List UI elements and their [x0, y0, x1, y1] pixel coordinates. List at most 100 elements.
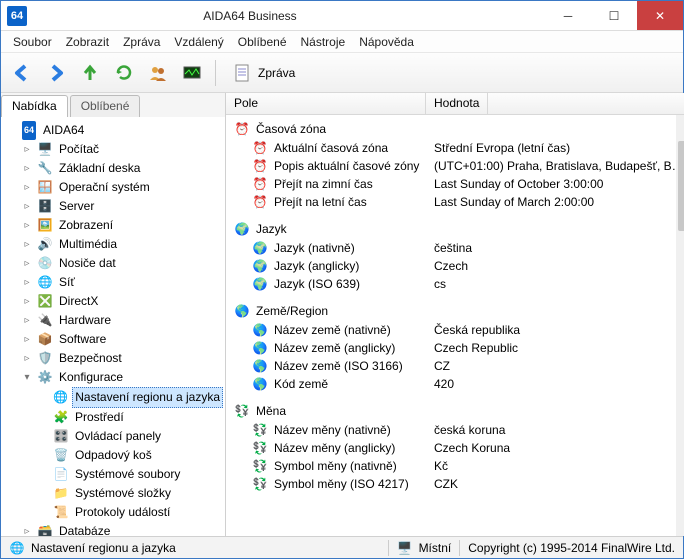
tree-label: Nastavení regionu a jazyka [72, 387, 223, 408]
tree-item[interactable]: ▹📦Software [21, 330, 223, 349]
expand-icon[interactable]: ▹ [21, 163, 33, 175]
field-value: česká koruna [434, 423, 684, 437]
scrollbar[interactable] [676, 115, 684, 536]
close-button[interactable]: ✕ [637, 1, 683, 30]
tree-label: Síť [57, 273, 77, 292]
tree-item[interactable]: ▹🪟Operační systém [21, 178, 223, 197]
tree-icon: 🌐 [37, 275, 53, 291]
left-pane: Nabídka Oblíbené 64AIDA64▹🖥️Počítač▹🔧Zák… [1, 93, 226, 536]
tab-menu[interactable]: Nabídka [1, 95, 68, 117]
data-row[interactable]: 🌎Název země (ISO 3166)CZ [226, 357, 684, 375]
tree-item[interactable]: ▹🛡️Bezpečnost [21, 349, 223, 368]
expand-icon[interactable]: ▹ [21, 182, 33, 194]
tree-label: Operační systém [57, 178, 152, 197]
expand-icon[interactable] [37, 507, 49, 519]
tree-item[interactable]: ▹ 🌐Síť [21, 273, 223, 292]
field-value: Last Sunday of March 2:00:00 [434, 195, 684, 209]
expand-icon[interactable]: ▹ [21, 526, 33, 537]
data-row[interactable]: 🌎Název země (nativně)Česká republika [226, 321, 684, 339]
menu-favorites[interactable]: Oblíbené [232, 33, 293, 51]
expand-icon[interactable] [37, 450, 49, 462]
menu-file[interactable]: Soubor [7, 33, 58, 51]
data-row[interactable]: ⏰Aktuální časová zónaStřední Evropa (let… [226, 139, 684, 157]
tree-subitem[interactable]: 🗑️Odpadový koš [37, 446, 223, 465]
menu-help[interactable]: Nápověda [353, 33, 420, 51]
data-row[interactable]: 🌍Jazyk (anglicky)Czech [226, 257, 684, 275]
expand-icon[interactable]: ▹ [21, 353, 33, 365]
field-value: CZK [434, 477, 684, 491]
tab-favorites[interactable]: Oblíbené [70, 95, 141, 117]
tree-subitem[interactable]: 📁Systémové složky [37, 484, 223, 503]
tree-item[interactable]: ▹🔊Multimédia [21, 235, 223, 254]
expand-icon[interactable] [37, 488, 49, 500]
data-row[interactable]: 💱Název měny (anglicky)Czech Koruna [226, 439, 684, 457]
expand-icon[interactable]: ▹ [21, 201, 33, 213]
tree-item[interactable]: ▹🗄️Server [21, 197, 223, 216]
field-value: čeština [434, 241, 684, 255]
expand-icon[interactable]: ▾ [21, 372, 33, 384]
nav-tree[interactable]: 64AIDA64▹🖥️Počítač▹🔧Základní deska▹🪟Oper… [1, 117, 225, 536]
report-button[interactable]: Zpráva [224, 58, 303, 88]
maximize-button[interactable]: ☐ [591, 1, 637, 30]
column-headers[interactable]: Pole Hodnota [226, 93, 684, 115]
data-row[interactable]: ⏰Přejít na letní časLast Sunday of March… [226, 193, 684, 211]
tree-item[interactable]: ▹🖥️Počítač [21, 140, 223, 159]
expand-icon[interactable] [37, 412, 49, 424]
data-row[interactable]: ⏰Přejít na zimní časLast Sunday of Octob… [226, 175, 684, 193]
menu-remote[interactable]: Vzdálený [168, 33, 229, 51]
tree-item[interactable]: ▹🖼️Zobrazení [21, 216, 223, 235]
data-row[interactable]: ⏰Popis aktuální časové zóny(UTC+01:00) P… [226, 157, 684, 175]
expand-icon[interactable]: ▹ [21, 277, 33, 289]
menu-tools[interactable]: Nástroje [295, 33, 352, 51]
expand-icon[interactable]: ▹ [21, 239, 33, 251]
expand-icon[interactable]: ▹ [21, 220, 33, 232]
menu-report[interactable]: Zpráva [117, 33, 166, 51]
tree-root-aida64[interactable]: 64AIDA64 [5, 121, 223, 140]
tree-subitem[interactable]: 📄Systémové soubory [37, 465, 223, 484]
data-row[interactable]: 🌍Jazyk (nativně)čeština [226, 239, 684, 257]
data-row[interactable]: 💱Název měny (nativně)česká koruna [226, 421, 684, 439]
tree-item[interactable]: ▹❎DirectX [21, 292, 223, 311]
field-label: Název země (ISO 3166) [274, 359, 403, 373]
tree-item[interactable]: ▹💿Nosiče dat [21, 254, 223, 273]
expand-icon[interactable]: ▹ [21, 334, 33, 346]
expand-icon[interactable]: ▹ [21, 315, 33, 327]
back-button[interactable] [7, 58, 37, 88]
money-icon: 💱 [234, 403, 250, 419]
data-row[interactable]: 🌎Kód země420 [226, 375, 684, 393]
tree-item[interactable]: ▹🗃️Databáze [21, 522, 223, 536]
clock-icon: ⏰ [252, 194, 268, 210]
tree-subitem[interactable]: 🧩Prostředí [37, 408, 223, 427]
data-row[interactable]: 💱Symbol měny (ISO 4217)CZK [226, 475, 684, 493]
tree-icon: 64 [21, 123, 37, 139]
col-value[interactable]: Hodnota [426, 93, 488, 114]
tree-item-config[interactable]: ▾⚙️Konfigurace [21, 368, 223, 387]
minimize-button[interactable]: ─ [545, 1, 591, 30]
tree-item[interactable]: ▹🔧Základní deska [21, 159, 223, 178]
tree-subitem[interactable]: 🌐Nastavení regionu a jazyka [37, 387, 223, 408]
data-row[interactable]: 🌎Název země (anglicky)Czech Republic [226, 339, 684, 357]
field-label: Název měny (nativně) [274, 423, 391, 437]
expand-icon[interactable] [37, 469, 49, 481]
data-row[interactable]: 🌍Jazyk (ISO 639)cs [226, 275, 684, 293]
monitor-button[interactable] [177, 58, 207, 88]
expand-icon[interactable]: ▹ [21, 296, 33, 308]
field-value: Česká republika [434, 323, 684, 337]
refresh-button[interactable] [109, 58, 139, 88]
expand-icon[interactable]: ▹ [21, 258, 33, 270]
field-value: Czech Koruna [434, 441, 684, 455]
col-field[interactable]: Pole [226, 93, 426, 114]
expand-icon[interactable] [37, 431, 49, 443]
expand-icon[interactable]: ▹ [21, 144, 33, 156]
tree-subitem[interactable]: 📜Protokoly událostí [37, 503, 223, 522]
up-button[interactable] [75, 58, 105, 88]
data-row[interactable]: 💱Symbol měny (nativně)Kč [226, 457, 684, 475]
forward-button[interactable] [41, 58, 71, 88]
menu-view[interactable]: Zobrazit [60, 33, 115, 51]
scrollbar-thumb[interactable] [678, 141, 684, 231]
tree-subitem[interactable]: 🎛️Ovládací panely [37, 427, 223, 446]
expand-icon[interactable] [37, 392, 49, 404]
expand-icon[interactable] [5, 125, 17, 137]
users-button[interactable] [143, 58, 173, 88]
tree-item[interactable]: ▹🔌Hardware [21, 311, 223, 330]
